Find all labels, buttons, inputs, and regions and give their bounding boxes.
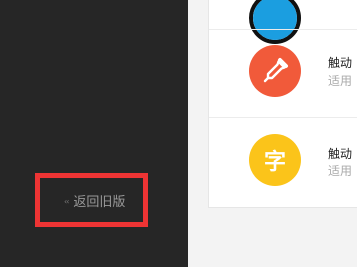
app-title: 触动 — [328, 56, 353, 70]
list-item[interactable] — [209, 0, 357, 44]
character-zi-icon: 字 — [249, 134, 301, 186]
back-to-old-version-label: 返回旧版 — [73, 194, 126, 210]
app-list-card: 触动 适用 字 触动 适用 — [208, 0, 357, 208]
app-title: 触动 — [328, 147, 353, 161]
sidebar: ‹‹ 返回旧版 — [0, 0, 188, 267]
list-item[interactable]: 触动 适用 — [209, 29, 357, 118]
back-to-old-version-button[interactable]: ‹‹ 返回旧版 — [35, 173, 148, 227]
app-subtitle: 适用 — [328, 164, 353, 178]
list-item[interactable]: 字 触动 适用 — [209, 117, 357, 206]
app-subtitle: 适用 — [328, 74, 353, 88]
double-chevron-left-icon: ‹‹ — [64, 196, 70, 206]
eyedropper-icon — [249, 45, 301, 97]
